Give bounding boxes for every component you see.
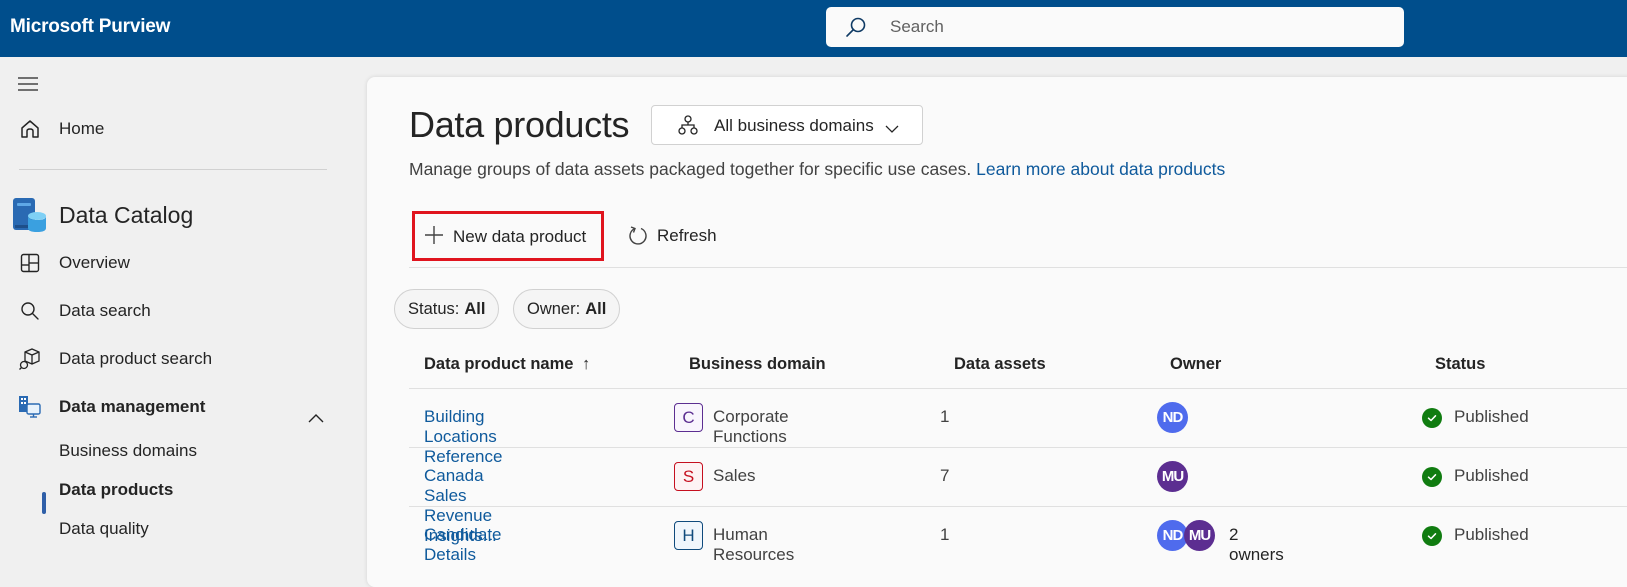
filter-key: Owner: <box>527 299 581 318</box>
data-product-name-link[interactable]: Building Locations Reference <box>424 407 502 467</box>
published-check-icon <box>1422 526 1442 546</box>
sidebar-item-label: Data management <box>59 397 206 416</box>
sidebar-item-label: Data product search <box>59 349 213 368</box>
data-assets-count: 1 <box>940 407 950 426</box>
data-assets-count: 7 <box>940 466 950 485</box>
data-product-name-link[interactable]: Candidate Details <box>424 525 502 565</box>
data-catalog-icon <box>13 198 47 239</box>
top-bar: Microsoft Purview <box>0 0 1627 57</box>
toolbar-divider <box>409 267 1627 268</box>
description-text: Manage groups of data assets packaged to… <box>409 159 972 179</box>
home-icon <box>18 117 42 141</box>
section-title: Data Catalog <box>59 202 194 228</box>
button-label: Refresh <box>657 226 717 245</box>
data-assets-count: 1 <box>940 525 950 544</box>
active-indicator <box>42 492 46 514</box>
column-header-business-domain[interactable]: Business domain <box>689 355 826 374</box>
business-domain-dropdown[interactable]: All business domains <box>651 105 923 145</box>
column-header-name[interactable]: Data product name ↑ <box>424 355 590 374</box>
status-text: Published <box>1454 466 1529 485</box>
column-header-data-assets[interactable]: Data assets <box>954 355 1046 374</box>
sidebar-item-label: Data search <box>59 301 151 320</box>
domain-badge: H <box>674 521 703 550</box>
overview-grid-icon <box>18 251 42 275</box>
row-divider <box>409 506 1627 507</box>
business-domain: Corporate Functions <box>713 407 789 446</box>
business-domain: Human Resources <box>713 525 795 564</box>
sidebar-subitem-data-products[interactable]: Data products <box>59 480 173 500</box>
search-icon <box>846 17 866 37</box>
owners-count: 2 owners <box>1229 525 1284 564</box>
owner-avatar[interactable]: ND <box>1157 402 1188 433</box>
domain-badge: C <box>674 403 703 432</box>
hierarchy-icon <box>678 115 698 140</box>
sidebar-item-label: Home <box>59 119 105 138</box>
status-text: Published <box>1454 407 1529 426</box>
search-box[interactable] <box>826 7 1404 47</box>
filter-value: All <box>464 299 486 318</box>
domain-badge: S <box>674 462 703 491</box>
app-title[interactable]: Microsoft Purview <box>10 16 170 38</box>
cube-search-icon <box>18 347 42 371</box>
data-management-icon <box>18 395 42 419</box>
hamburger-icon[interactable] <box>18 77 38 96</box>
sidebar-item-data-management[interactable]: Data management <box>0 389 340 425</box>
sidebar-item-data-product-search[interactable]: Data product search <box>0 341 340 377</box>
dropdown-label: All business domains <box>714 116 874 135</box>
published-check-icon <box>1422 467 1442 487</box>
sidebar-item-overview[interactable]: Overview <box>0 245 340 281</box>
row-divider <box>409 447 1627 448</box>
filter-value: All <box>585 299 607 318</box>
refresh-icon <box>627 225 649 252</box>
button-label: New data product <box>453 227 587 246</box>
sidebar-subitem-business-domains[interactable]: Business domains <box>59 441 197 461</box>
search-input[interactable] <box>890 7 1390 47</box>
status-text: Published <box>1454 525 1529 544</box>
new-data-product-button[interactable]: New data product <box>412 211 604 261</box>
sidebar-item-data-search[interactable]: Data search <box>0 293 340 329</box>
sidebar-divider <box>19 169 327 170</box>
page-title: Data products <box>409 104 630 145</box>
sidebar-item-label: Overview <box>59 253 130 272</box>
search-icon <box>18 299 42 323</box>
learn-more-link[interactable]: Learn more about data products <box>976 159 1225 179</box>
column-header-status[interactable]: Status <box>1435 355 1485 374</box>
header-divider <box>409 388 1627 389</box>
column-label: Data product name <box>424 355 574 373</box>
page-description: Manage groups of data assets packaged to… <box>409 159 1225 180</box>
sidebar-subitem-data-quality[interactable]: Data quality <box>59 519 149 539</box>
owner-avatar[interactable]: MU <box>1157 461 1188 492</box>
refresh-button[interactable]: Refresh <box>619 214 729 258</box>
chevron-up-icon[interactable] <box>308 410 324 428</box>
status-filter-pill[interactable]: Status: All <box>394 289 500 329</box>
owner-filter-pill[interactable]: Owner: All <box>513 289 621 329</box>
main-panel: Data products All business domains Manag… <box>367 77 1627 587</box>
sort-ascending-icon: ↑ <box>582 355 591 373</box>
filter-key: Status: <box>408 299 460 318</box>
plus-icon <box>424 225 444 250</box>
column-header-owner[interactable]: Owner <box>1170 355 1221 374</box>
published-check-icon <box>1422 408 1442 428</box>
business-domain: Sales <box>713 466 756 485</box>
sidebar: Home Data Catalog Overview Data search D… <box>0 57 360 570</box>
owner-avatar[interactable]: MU <box>1184 520 1215 551</box>
sidebar-item-home[interactable]: Home <box>0 111 340 147</box>
chevron-down-icon <box>885 120 899 138</box>
